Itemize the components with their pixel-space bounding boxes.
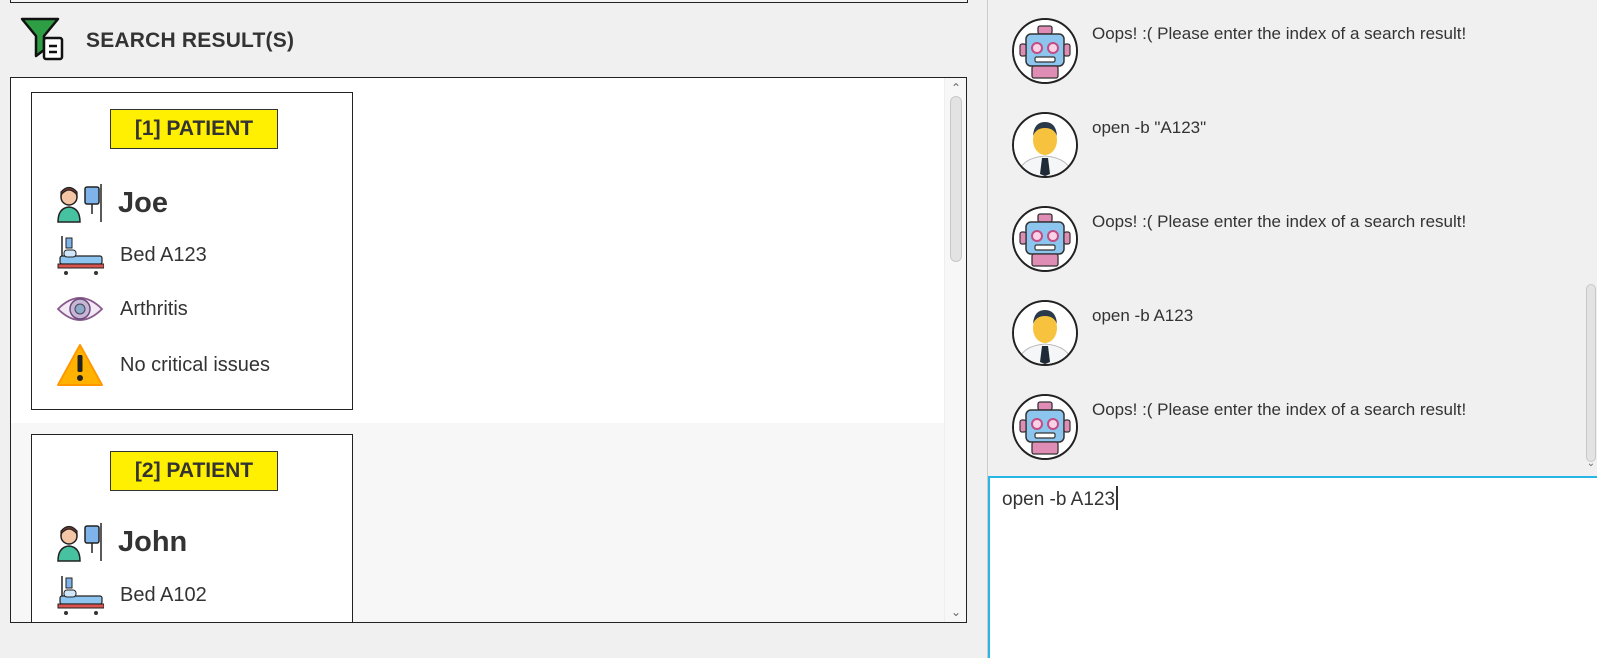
patient-card[interactable]: [2] PATIENT John Bed A102: [31, 434, 353, 622]
chat-history[interactable]: Oops! :( Please enter the index of a sea…: [988, 0, 1597, 478]
patient-condition: Arthritis: [120, 297, 188, 320]
chat-message-bot: Oops! :( Please enter the index of a sea…: [1012, 394, 1466, 460]
patient-bed: Bed A123: [120, 243, 207, 266]
robot-avatar-icon: [1012, 206, 1078, 272]
chat-scroll-thumb[interactable]: [1586, 284, 1596, 462]
eye-icon: [56, 287, 104, 331]
robot-avatar-icon: [1012, 18, 1078, 84]
patient-icon: [56, 181, 104, 225]
text-caret: [1116, 486, 1118, 510]
patient-critical-line: No critical issues: [56, 343, 270, 387]
patient-name-line: John: [56, 520, 187, 564]
list-item[interactable]: [2] PATIENT John Bed A102: [11, 423, 944, 622]
results-header: SEARCH RESULT(S): [20, 16, 295, 67]
command-input[interactable]: open -b A123: [988, 476, 1597, 658]
previous-panel-edge: [10, 0, 968, 3]
chat-message-text: open -b A123: [1092, 306, 1194, 325]
chat-panel: Oops! :( Please enter the index of a sea…: [987, 0, 1597, 658]
patient-card[interactable]: [1] PATIENT Joe Bed A123 Arthritis No cr…: [31, 92, 353, 410]
scroll-thumb[interactable]: [950, 96, 962, 262]
patient-index-badge: [1] PATIENT: [110, 109, 278, 149]
scroll-up-icon[interactable]: ⌃: [945, 80, 966, 96]
chat-scrollbar[interactable]: ⌄: [1584, 0, 1597, 478]
scroll-down-icon[interactable]: ⌄: [945, 604, 966, 620]
chat-message-bot: Oops! :( Please enter the index of a sea…: [1012, 18, 1466, 84]
patient-bed: Bed A102: [120, 583, 207, 606]
patient-icon: [56, 520, 104, 564]
chat-message-user: open -b "A123": [1012, 112, 1206, 178]
patient-condition-line: Arthritis: [56, 287, 188, 331]
user-avatar-icon: [1012, 112, 1078, 178]
section-title: SEARCH RESULT(S): [86, 29, 295, 52]
patient-critical: No critical issues: [120, 353, 271, 376]
command-input-value[interactable]: open -b A123: [1002, 486, 1118, 511]
patient-bed-line: Bed A123: [56, 233, 207, 277]
list-item[interactable]: [1] PATIENT Joe Bed A123 Arthritis No cr…: [11, 78, 944, 423]
patient-name: John: [118, 525, 188, 558]
results-scrollbar[interactable]: ⌃ ⌄: [944, 78, 966, 622]
hospital-bed-icon: [56, 573, 104, 617]
patient-name-line: Joe: [56, 181, 168, 225]
results-panel: SEARCH RESULT(S) [1] PATIENT Joe Bed A12…: [0, 0, 985, 658]
chat-message-text: Oops! :( Please enter the index of a sea…: [1092, 24, 1467, 43]
results-list[interactable]: [1] PATIENT Joe Bed A123 Arthritis No cr…: [10, 77, 967, 623]
filter-icon: [20, 16, 66, 67]
patient-bed-line: Bed A102: [56, 573, 207, 617]
warning-icon: [56, 343, 104, 387]
chat-message-text: open -b "A123": [1092, 118, 1207, 137]
user-avatar-icon: [1012, 300, 1078, 366]
robot-avatar-icon: [1012, 394, 1078, 460]
chevron-down-icon[interactable]: ⌄: [1584, 458, 1597, 472]
hospital-bed-icon: [56, 233, 104, 277]
patient-name: Joe: [118, 186, 168, 219]
chat-message-bot: Oops! :( Please enter the index of a sea…: [1012, 206, 1466, 272]
chat-message-text: Oops! :( Please enter the index of a sea…: [1092, 400, 1467, 419]
patient-index-badge: [2] PATIENT: [110, 451, 278, 491]
chat-message-text: Oops! :( Please enter the index of a sea…: [1092, 212, 1467, 231]
chat-message-user: open -b A123: [1012, 300, 1193, 366]
